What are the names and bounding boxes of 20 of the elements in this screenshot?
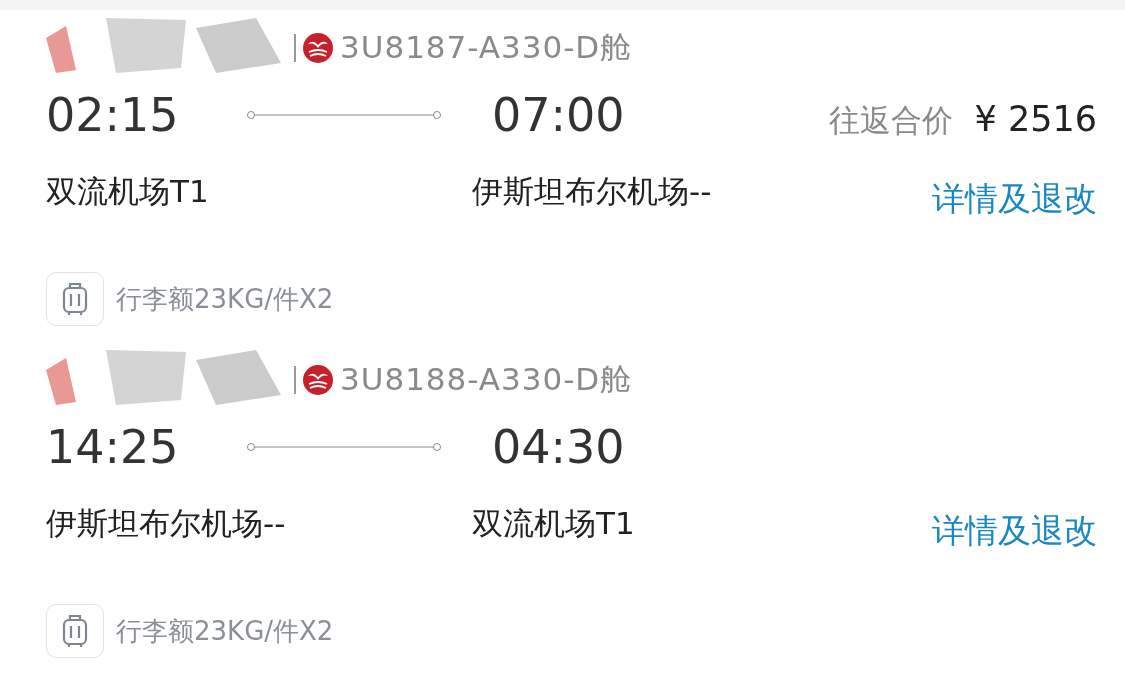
luggage-icon bbox=[62, 614, 88, 648]
flight-number: 3U8188-A330-D舱 bbox=[340, 360, 633, 399]
arrival-airport: 双流机场T1 bbox=[472, 504, 635, 543]
arrival-time: 04:30 bbox=[492, 420, 625, 474]
details-link[interactable]: 详情及退改 bbox=[932, 508, 1097, 554]
departure-airport: 双流机场T1 bbox=[46, 172, 210, 211]
flight-number: 3U8187-A330-D舱 bbox=[340, 28, 633, 67]
airline-logo-icon bbox=[302, 32, 334, 64]
price: ¥ 2516 bbox=[974, 99, 1097, 139]
departure-airport: 伊斯坦布尔机场-- bbox=[46, 504, 287, 543]
airline-logo-icon bbox=[302, 364, 334, 396]
luggage-icon bbox=[62, 282, 88, 316]
arrival-airport: 伊斯坦布尔机场-- bbox=[472, 172, 712, 211]
baggage-allowance: 行李额23KG/件X2 bbox=[116, 282, 334, 316]
price-label: 往返合价 bbox=[828, 101, 953, 140]
departure-time: 14:25 bbox=[46, 420, 179, 474]
departure-time: 02:15 bbox=[46, 88, 179, 142]
details-link[interactable]: 详情及退改 bbox=[932, 176, 1097, 222]
arrival-time: 07:00 bbox=[492, 88, 625, 142]
baggage-allowance: 行李额23KG/件X2 bbox=[116, 614, 334, 648]
